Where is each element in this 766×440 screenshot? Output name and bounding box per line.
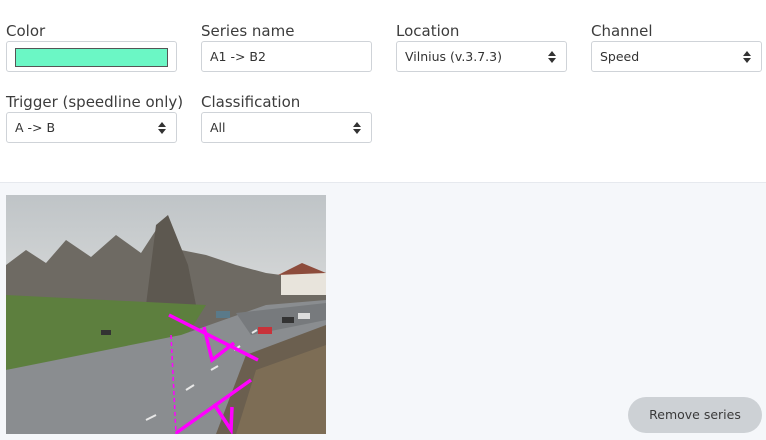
sort-arrows-icon — [158, 122, 166, 134]
color-swatch[interactable] — [15, 48, 168, 67]
camera-preview-image — [6, 195, 326, 434]
classification-select[interactable]: All — [201, 112, 372, 143]
camera-scene — [6, 195, 326, 434]
location-select[interactable]: Vilnius (v.3.7.3) — [396, 41, 567, 72]
location-select-value: Vilnius (v.3.7.3) — [405, 49, 502, 64]
remove-series-button[interactable]: Remove series — [628, 397, 762, 433]
series-name-label: Series name — [201, 22, 295, 40]
channel-select[interactable]: Speed — [591, 41, 762, 72]
trigger-field: Trigger (speedline only) A -> B — [6, 91, 184, 143]
series-name-field: Series name A1 -> B2 — [201, 20, 372, 72]
trigger-select[interactable]: A -> B — [6, 112, 177, 143]
location-field: Location Vilnius (v.3.7.3) — [396, 20, 567, 72]
sort-arrows-icon — [743, 51, 751, 63]
color-picker[interactable] — [6, 41, 177, 72]
series-name-input[interactable]: A1 -> B2 — [201, 41, 372, 72]
channel-label: Channel — [591, 22, 653, 40]
sort-arrows-icon — [353, 122, 361, 134]
channel-select-value: Speed — [600, 49, 640, 64]
trigger-label: Trigger (speedline only) — [6, 93, 184, 111]
sort-arrows-icon — [548, 51, 556, 63]
color-label: Color — [6, 22, 46, 40]
channel-field: Channel Speed — [591, 20, 762, 72]
classification-field: Classification All — [201, 91, 372, 143]
trigger-select-value: A -> B — [15, 120, 56, 135]
location-label: Location — [396, 22, 460, 40]
series-preview-area: Remove series — [0, 183, 766, 440]
classification-label: Classification — [201, 93, 301, 111]
color-field: Color — [6, 20, 177, 72]
series-settings-panel: Color Series name A1 -> B2 Location Viln… — [0, 0, 766, 183]
classification-select-value: All — [210, 120, 226, 135]
